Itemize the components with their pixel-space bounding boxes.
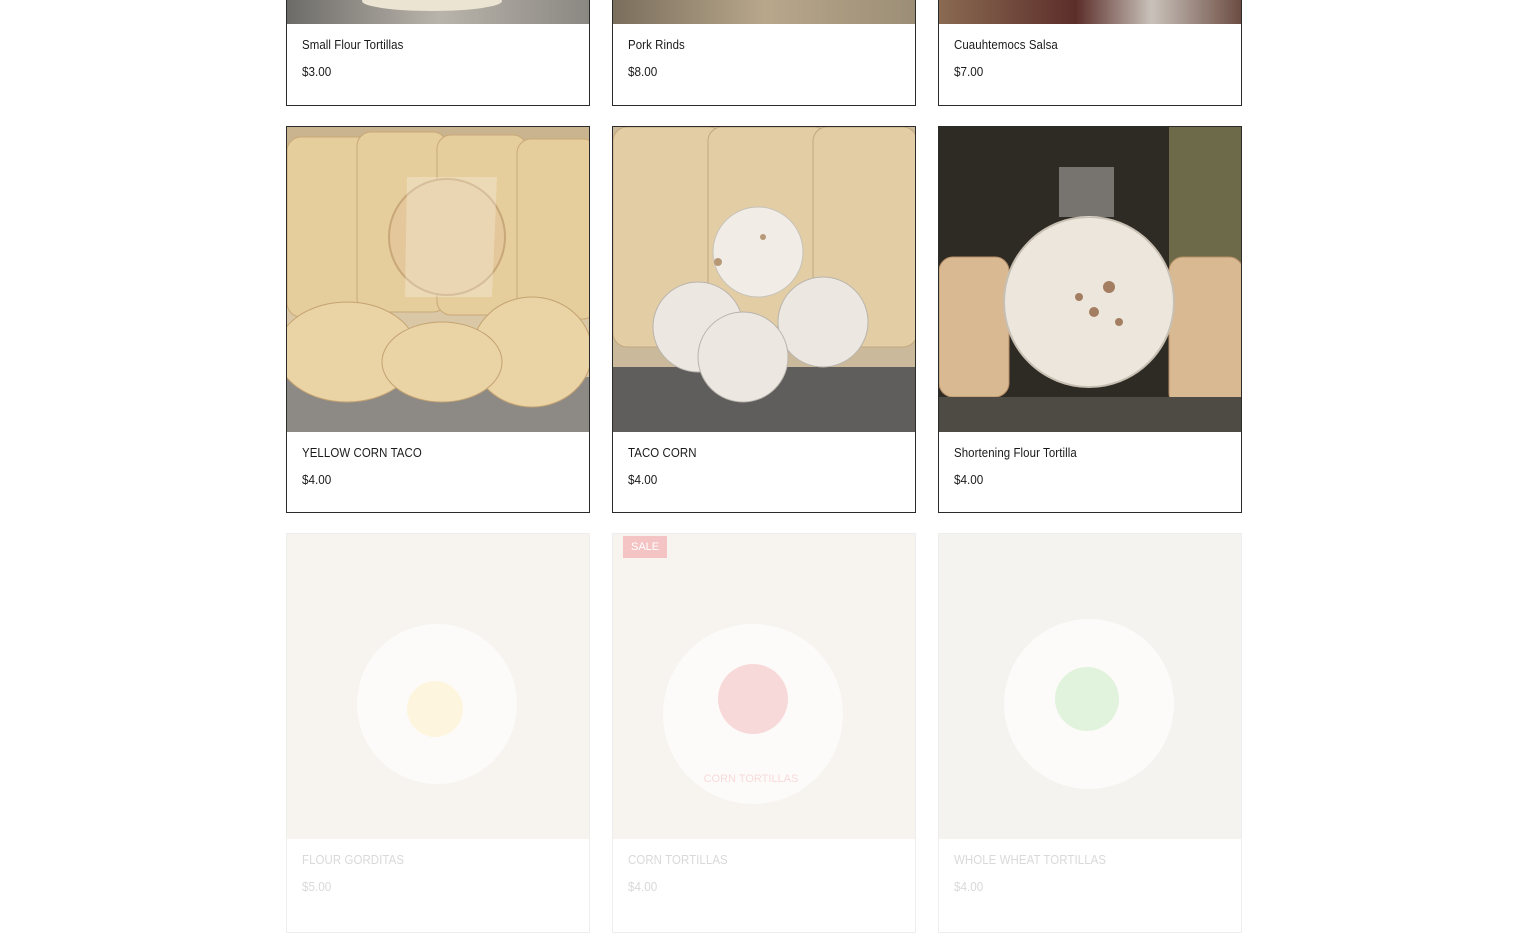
product-card-flour-gorditas[interactable]: FLOUR GORDITAS $5.00 (286, 533, 590, 933)
product-name[interactable]: TACO CORN (628, 445, 697, 460)
product-name[interactable]: FLOUR GORDITAS (302, 852, 404, 867)
sale-badge: SALE (623, 536, 668, 558)
product-image[interactable] (287, 0, 589, 24)
product-image[interactable] (613, 127, 915, 432)
product-price: $4.00 (954, 472, 984, 487)
product-price: $4.00 (628, 879, 658, 894)
product-card-cuauhtemocs-salsa[interactable]: Cuauhtemocs Salsa $7.00 (938, 0, 1242, 106)
product-card-taco-corn[interactable]: TACO CORN $4.00 (612, 126, 916, 513)
product-image[interactable] (613, 0, 915, 24)
product-name[interactable]: Small Flour Tortillas (302, 37, 403, 52)
product-card-pork-rinds[interactable]: Pork Rinds $8.00 (612, 0, 916, 106)
product-image[interactable] (939, 127, 1241, 432)
product-price: $4.00 (628, 472, 658, 487)
product-image[interactable] (939, 534, 1241, 839)
product-price: $4.00 (954, 879, 984, 894)
product-image[interactable] (287, 534, 589, 839)
product-image[interactable]: CORN TORTILLAS SALE (613, 534, 915, 839)
product-card-small-flour-tortillas[interactable]: Small Flour Tortillas $3.00 (286, 0, 590, 106)
product-price: $5.00 (302, 879, 332, 894)
product-name[interactable]: WHOLE WHEAT TORTILLAS (954, 852, 1106, 867)
product-price: $7.00 (954, 64, 984, 79)
product-card-whole-wheat-tortillas[interactable]: WHOLE WHEAT TORTILLAS $4.00 (938, 533, 1242, 933)
product-price: $8.00 (628, 64, 658, 79)
product-name[interactable]: Pork Rinds (628, 37, 685, 52)
product-card-shortening-flour-tortilla[interactable]: Shortening Flour Tortilla $4.00 (938, 126, 1242, 513)
product-name[interactable]: Shortening Flour Tortilla (954, 445, 1077, 460)
product-card-yellow-corn-taco[interactable]: YELLOW CORN TACO $4.00 (286, 126, 590, 513)
product-image[interactable] (939, 0, 1241, 24)
product-price: $4.00 (302, 472, 332, 487)
product-name[interactable]: CORN TORTILLAS (628, 852, 728, 867)
product-name[interactable]: YELLOW CORN TACO (302, 445, 422, 460)
product-card-corn-tortillas[interactable]: CORN TORTILLAS SALE CORN TORTILLAS $4.00 (612, 533, 916, 933)
product-name[interactable]: Cuauhtemocs Salsa (954, 37, 1058, 52)
package-label-text: CORN TORTILLAS (704, 773, 799, 785)
product-image[interactable] (287, 127, 589, 432)
product-grid: Small Flour Tortillas $3.00 Pork Rinds $… (286, 0, 1244, 933)
product-price: $3.00 (302, 64, 332, 79)
